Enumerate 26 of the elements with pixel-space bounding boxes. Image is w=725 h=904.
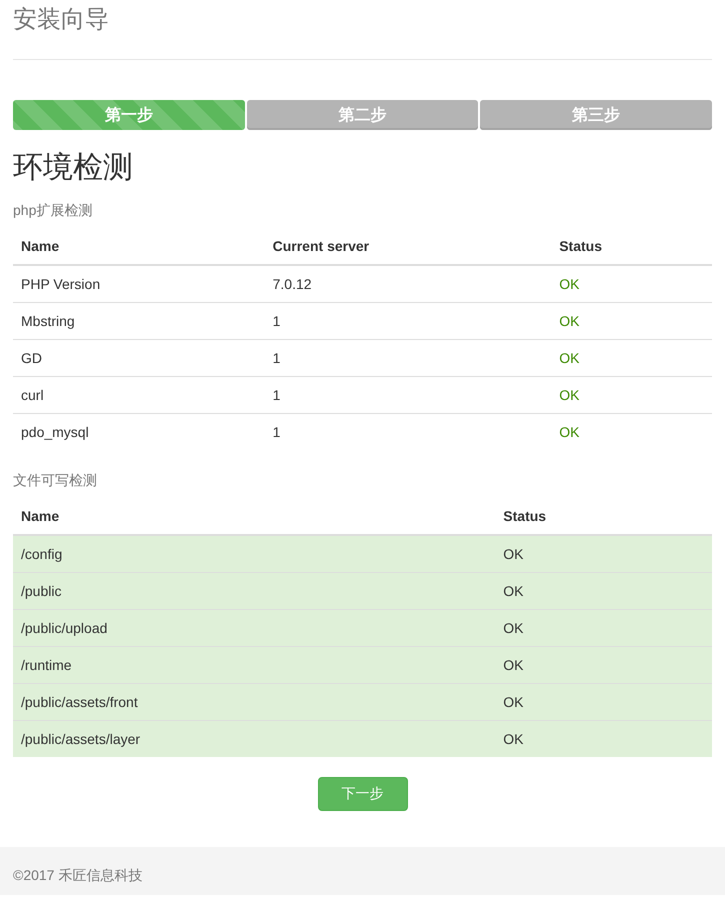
next-step-button[interactable]: 下一步 [318, 777, 408, 811]
table-cell: OK [551, 414, 712, 450]
table-cell: PHP Version [13, 265, 265, 302]
table-cell: pdo_mysql [13, 414, 265, 450]
column-header: Name [13, 228, 265, 265]
table-cell: curl [13, 376, 265, 414]
page-title: 安装向导 [13, 5, 110, 35]
table-cell: OK [495, 720, 712, 757]
table-cell: OK [551, 302, 712, 340]
table-cell: OK [551, 265, 712, 302]
table-cell: 7.0.12 [264, 265, 552, 302]
table-cell: Mbstring [13, 302, 265, 340]
copyright-text: ©2017 禾匠信息科技 [13, 866, 142, 885]
table-cell: 1 [264, 414, 552, 450]
table-cell: /public/assets/layer [13, 720, 496, 757]
table-caption: 文件可写检测 [13, 471, 98, 490]
table-cell: 1 [264, 302, 552, 340]
column-header: Current server [264, 228, 552, 265]
table-cell: GD [13, 340, 265, 376]
column-header: Status [551, 228, 712, 265]
table-cell: OK [551, 376, 712, 414]
table-cell: 1 [264, 376, 552, 414]
table-cell: 1 [264, 340, 552, 376]
section-heading: 环境检测 [13, 150, 134, 186]
table-caption: php扩展检测 [13, 201, 94, 220]
table-cell: OK [551, 340, 712, 376]
